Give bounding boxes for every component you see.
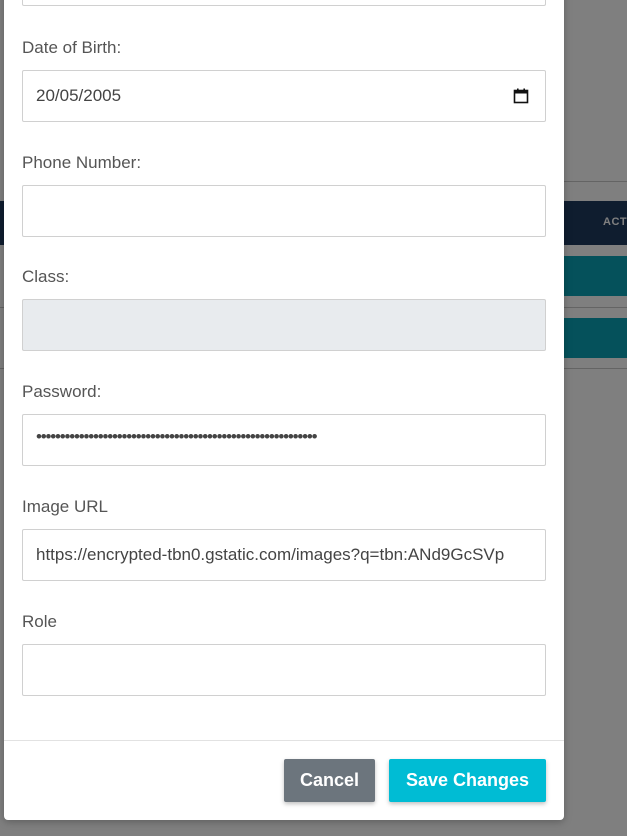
save-changes-button[interactable]: Save Changes (389, 759, 546, 802)
modal-footer-divider (4, 740, 564, 741)
image-url-input[interactable]: https://encrypted-tbn0.gstatic.com/image… (22, 529, 546, 581)
edit-user-modal: Date of Birth: 20/05/2005 Phone Number: … (4, 0, 564, 820)
password-label: Password: (22, 382, 102, 401)
role-input[interactable] (22, 644, 546, 696)
password-input[interactable]: ••••••••••••••••••••••••••••••••••••••••… (22, 414, 546, 466)
date-of-birth-input[interactable]: 20/05/2005 (22, 70, 546, 122)
date-of-birth-value: 20/05/2005 (36, 86, 122, 105)
image-url-value: https://encrypted-tbn0.gstatic.com/image… (36, 545, 505, 564)
role-label: Role (22, 612, 57, 631)
phone-number-label: Phone Number: (22, 153, 142, 172)
password-value: ••••••••••••••••••••••••••••••••••••••••… (36, 427, 318, 446)
calendar-icon[interactable] (513, 88, 529, 104)
date-of-birth-label: Date of Birth: (22, 38, 122, 57)
image-url-label: Image URL (22, 497, 108, 516)
phone-number-input[interactable] (22, 185, 546, 237)
class-input (22, 299, 546, 351)
class-label: Class: (22, 267, 70, 286)
cancel-button[interactable]: Cancel (284, 759, 375, 802)
previous-field-input[interactable] (22, 0, 546, 6)
